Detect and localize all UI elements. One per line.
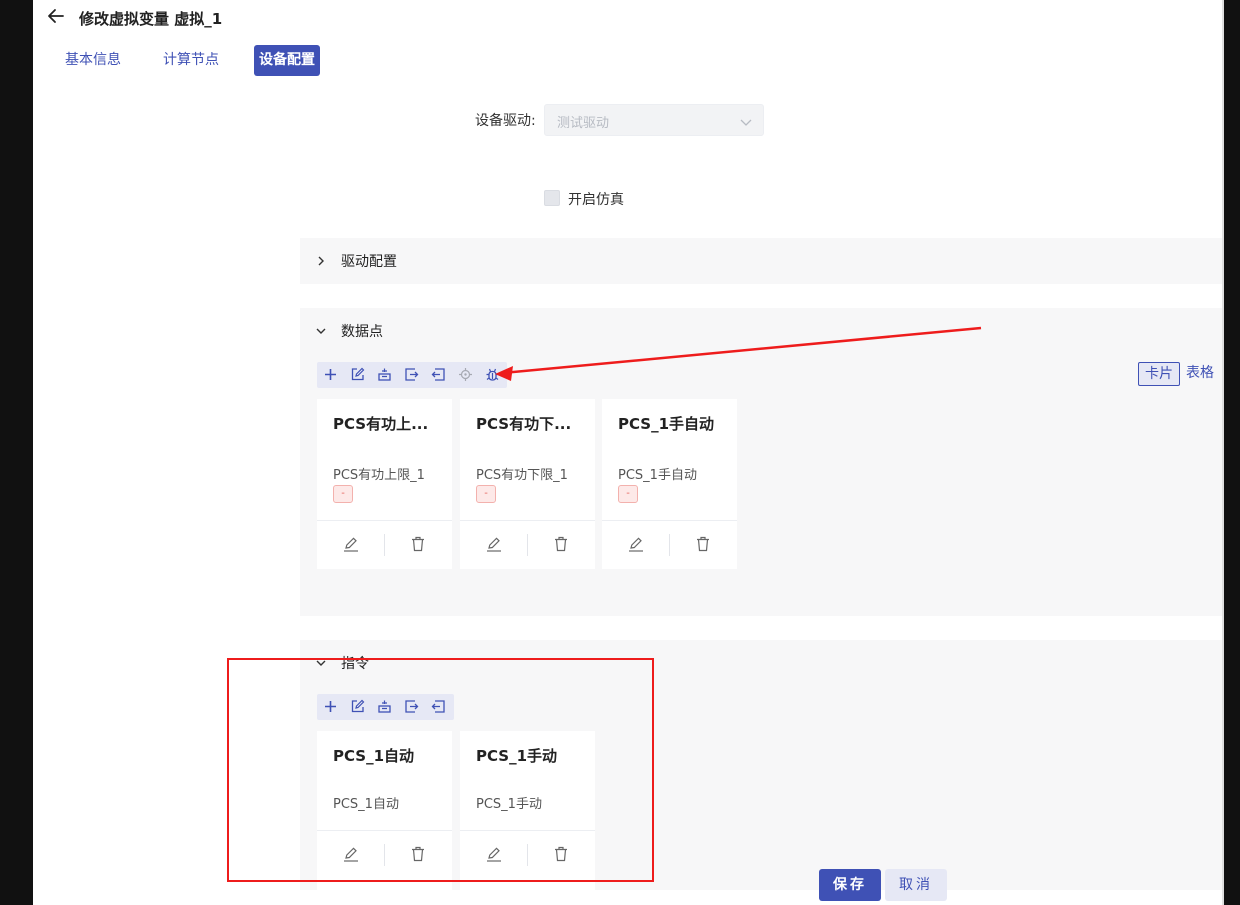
header: 修改虚拟变量 虚拟_1 xyxy=(33,0,1224,36)
commands-title: 指令 xyxy=(341,656,369,672)
card-actions xyxy=(460,520,595,569)
trash-icon[interactable] xyxy=(408,534,428,554)
simulation-checkbox[interactable] xyxy=(544,190,560,206)
data-points-title: 数据点 xyxy=(341,324,383,340)
pencil-icon[interactable] xyxy=(341,534,361,554)
trash-icon[interactable] xyxy=(408,844,428,864)
trash-icon[interactable] xyxy=(551,534,571,554)
card-actions xyxy=(460,830,595,879)
chevron-down-icon xyxy=(316,328,326,334)
chevron-down-icon xyxy=(740,119,752,126)
data-point-card[interactable]: PCS_1手自动 PCS_1手自动 - xyxy=(602,399,737,569)
batch-button[interactable] xyxy=(371,362,398,388)
add-icon xyxy=(325,369,336,380)
locate-button[interactable] xyxy=(452,362,479,388)
tab-compute-nodes[interactable]: 计算节点 xyxy=(163,45,219,76)
divider xyxy=(669,534,670,556)
card-title: PCS有功下... xyxy=(476,415,572,433)
debug-button[interactable] xyxy=(479,362,506,388)
export-button[interactable] xyxy=(398,694,425,720)
batch-button[interactable] xyxy=(371,694,398,720)
tab-device-config[interactable]: 设备配置 xyxy=(254,45,320,76)
data-points-panel: 数据点 卡片 表格 PCS有功上... PCS有功上限_1 - PCS有功下..… xyxy=(300,308,1224,616)
chevron-down-icon xyxy=(316,660,326,666)
divider xyxy=(527,534,528,556)
commands-panel: 指令 PCS_1自动 PCS_1自动 PCS_1手动 PCS_1手动 xyxy=(300,640,1224,890)
card-subtitle: PCS有功下限_1 xyxy=(476,468,568,483)
export-icon xyxy=(405,700,419,713)
cancel-button[interactable]: 取消 xyxy=(885,869,947,901)
driver-select[interactable]: 测试驱动 xyxy=(544,104,764,136)
import-icon xyxy=(431,700,445,713)
card-subtitle: PCS_1自动 xyxy=(333,797,399,812)
export-button[interactable] xyxy=(398,362,425,388)
driver-label: 设备驱动: xyxy=(475,113,536,129)
driver-config-title: 驱动配置 xyxy=(341,254,397,270)
pencil-icon[interactable] xyxy=(341,844,361,864)
debug-icon xyxy=(486,368,499,381)
batch-icon xyxy=(378,368,391,381)
data-points-toolbar xyxy=(317,362,507,388)
scrollbar-track[interactable] xyxy=(1222,0,1224,905)
card-actions xyxy=(317,520,452,569)
dialog-page: 修改虚拟变量 虚拟_1 基本信息 计算节点 设备配置 设备驱动: 测试驱动 开启… xyxy=(33,0,1224,905)
edit-icon xyxy=(351,699,365,713)
divider xyxy=(384,534,385,556)
commands-toolbar xyxy=(317,694,454,720)
command-card[interactable]: PCS_1手动 PCS_1手动 xyxy=(460,731,595,890)
import-button[interactable] xyxy=(425,362,452,388)
edit-button[interactable] xyxy=(344,694,371,720)
card-title: PCS_1自动 xyxy=(333,747,415,765)
pencil-icon[interactable] xyxy=(484,844,504,864)
add-button[interactable] xyxy=(317,694,344,720)
card-title: PCS有功上... xyxy=(333,415,429,433)
chevron-right-icon xyxy=(318,256,324,266)
import-icon xyxy=(431,368,445,381)
edit-button[interactable] xyxy=(344,362,371,388)
status-badge: - xyxy=(333,485,353,503)
data-point-card[interactable]: PCS有功下... PCS有功下限_1 - xyxy=(460,399,595,569)
status-badge: - xyxy=(476,485,496,503)
page-title: 修改虚拟变量 虚拟_1 xyxy=(79,10,223,28)
card-subtitle: PCS_1手动 xyxy=(476,797,542,812)
add-button[interactable] xyxy=(317,362,344,388)
add-icon xyxy=(325,701,336,712)
divider xyxy=(384,844,385,866)
save-button[interactable]: 保存 xyxy=(819,869,881,901)
driver-config-panel: 驱动配置 xyxy=(300,238,1224,284)
card-title: PCS_1手自动 xyxy=(618,415,715,433)
tab-basic-info[interactable]: 基本信息 xyxy=(65,45,121,76)
card-title: PCS_1手动 xyxy=(476,747,558,765)
data-point-card[interactable]: PCS有功上... PCS有功上限_1 - xyxy=(317,399,452,569)
driver-select-value: 测试驱动 xyxy=(557,116,610,131)
locate-icon xyxy=(459,368,472,381)
command-card[interactable]: PCS_1自动 PCS_1自动 xyxy=(317,731,452,890)
view-card-button[interactable]: 卡片 xyxy=(1138,362,1180,386)
view-toggle: 卡片 表格 xyxy=(1138,362,1218,386)
view-table-button[interactable]: 表格 xyxy=(1180,362,1220,386)
export-icon xyxy=(405,368,419,381)
batch-icon xyxy=(378,700,391,713)
card-actions xyxy=(317,830,452,879)
pencil-icon[interactable] xyxy=(626,534,646,554)
card-subtitle: PCS_1手自动 xyxy=(618,468,697,483)
import-button[interactable] xyxy=(425,694,452,720)
simulation-label: 开启仿真 xyxy=(568,192,624,208)
back-arrow-icon[interactable] xyxy=(46,6,66,26)
trash-icon[interactable] xyxy=(551,844,571,864)
divider xyxy=(527,844,528,866)
pencil-icon[interactable] xyxy=(484,534,504,554)
edit-icon xyxy=(351,367,365,381)
status-badge: - xyxy=(618,485,638,503)
card-actions xyxy=(602,520,737,569)
trash-icon[interactable] xyxy=(693,534,713,554)
card-subtitle: PCS有功上限_1 xyxy=(333,468,425,483)
